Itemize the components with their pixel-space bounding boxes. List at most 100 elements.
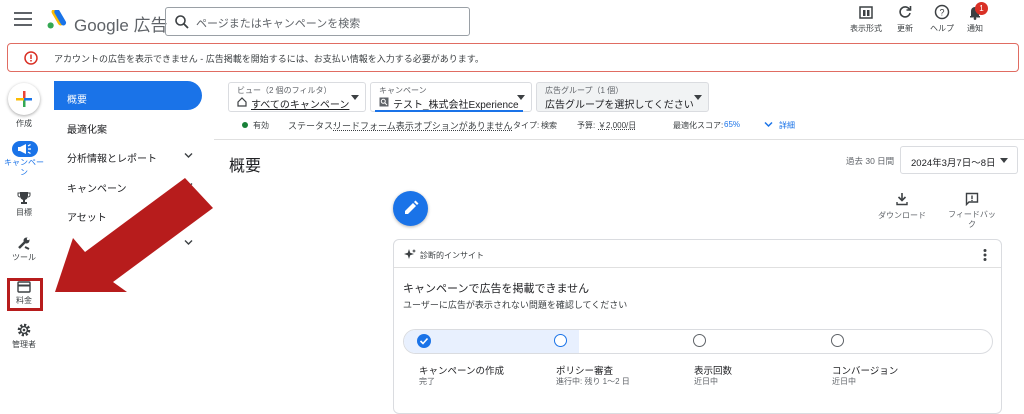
budget-value[interactable]: ￥2,000/日 — [598, 120, 636, 131]
wrench-icon — [18, 237, 30, 250]
refresh-icon — [899, 6, 912, 18]
divider — [214, 139, 1024, 140]
rail-goals[interactable]: 目標 — [0, 191, 48, 218]
nav-item-overview[interactable]: 概要 — [67, 91, 87, 106]
step-sub-3: 近日中 — [694, 377, 718, 386]
svg-text:?: ? — [939, 8, 944, 18]
search-input[interactable]: ページまたはキャンペーンを検索 — [165, 7, 470, 36]
feedback-icon — [965, 192, 979, 206]
type-label: タイプ: — [513, 121, 540, 130]
feedback-button[interactable]: フィードバッ ク — [944, 192, 1000, 230]
type-value: 検索 — [541, 121, 557, 130]
dropdown-arrow-icon — [517, 95, 525, 100]
score-value: 65% — [724, 120, 741, 129]
budget-label: 予算: — [577, 121, 596, 130]
top-header: Google 広告 ページまたはキャンペーンを検索 表示形式 更新 ? ヘルプ — [0, 0, 1024, 42]
search-icon — [175, 15, 189, 29]
step-title-3: 表示回数 — [694, 366, 733, 377]
view-filter-dropdown[interactable]: ビュー（2 個のフィルタ） すべてのキャンペーン — [228, 82, 366, 112]
refresh-button[interactable]: 更新 — [893, 4, 917, 34]
hamburger-menu-icon[interactable] — [14, 12, 32, 28]
more-vert-icon[interactable] — [983, 248, 987, 262]
megaphone-icon — [18, 143, 31, 155]
feedback-label-1: フィードバッ — [948, 210, 996, 219]
chevron-down-icon[interactable] — [184, 151, 193, 160]
dropdown-arrow-icon — [694, 95, 702, 100]
campaign-state: 有効 — [253, 121, 269, 130]
nav-item-recommendations[interactable]: 最適化案 — [67, 121, 107, 136]
sparkle-icon — [404, 249, 416, 259]
card-subtitle: ユーザーに広告が表示されない問題を確認してください — [403, 300, 628, 310]
download-label: ダウンロード — [878, 211, 926, 220]
score-label: 最適化スコア: — [673, 121, 724, 130]
search-campaign-icon — [379, 97, 389, 107]
help-button[interactable]: ? ヘルプ — [928, 4, 956, 34]
card-header: 診断的インサイト — [420, 251, 484, 260]
notification-count-badge: 1 — [975, 2, 988, 15]
download-button[interactable]: ダウンロード — [874, 192, 930, 221]
dropdown-arrow-icon — [1000, 158, 1008, 163]
trophy-icon — [17, 192, 31, 204]
details-link[interactable]: 詳細 — [779, 120, 795, 131]
feedback-label-2: ク — [968, 220, 976, 229]
step-title-4: コンバージョン — [832, 366, 899, 377]
adgroup-filter-dropdown[interactable]: 広告グループ（1 個） 広告グループを選択してください — [536, 82, 709, 112]
nav-item-insights[interactable]: 分析情報とレポート — [67, 150, 157, 165]
date-range-value: 2024年3月7日～8日 — [911, 158, 996, 169]
diagnostic-insights-card: 診断的インサイト キャンペーンで広告を掲載できません ユーザーに広告が表示されな… — [393, 239, 1002, 414]
rail-admin[interactable]: 管理者 — [0, 323, 48, 350]
status-label: ステータス: — [288, 121, 336, 131]
help-icon: ? — [934, 4, 950, 20]
card-divider — [394, 267, 1001, 268]
adgroup-filter-label: 広告グループ（1 個） — [545, 86, 624, 95]
gear-icon — [17, 323, 31, 337]
refresh-label: 更新 — [897, 24, 913, 33]
rail-goals-label: 目標 — [16, 208, 32, 217]
view-filter-label: ビュー（2 個のフィルタ） — [237, 86, 332, 95]
page-title: 概要 — [229, 158, 262, 175]
alert-message: アカウントの広告を表示できません - 広告掲載を開始するには、お支払い情報を入力… — [54, 54, 484, 64]
brand-title: Google 広告 — [74, 16, 168, 35]
billing-highlight-box — [7, 278, 43, 311]
error-icon — [24, 51, 38, 65]
campaign-filter-label: キャンペーン — [379, 86, 427, 95]
rail-tools[interactable]: ツール — [0, 236, 48, 263]
step-pending-icon — [831, 334, 844, 347]
chevron-down-icon[interactable] — [764, 120, 773, 129]
view-filter-value: すべてのキャンペーン — [251, 100, 350, 111]
search-placeholder: ページまたはキャンペーンを検索 — [196, 18, 361, 30]
campaign-filter-dropdown[interactable]: キャンペーン テスト_株式会社Experience — [370, 82, 532, 112]
step-sub-4: 近日中 — [832, 377, 856, 386]
download-icon — [896, 193, 908, 206]
plus-icon — [16, 91, 32, 107]
rail-campaigns-label[interactable]: キャンペーン — [4, 158, 44, 178]
step-title-2: ポリシー審査 — [556, 366, 614, 377]
view-format-icon — [859, 6, 873, 19]
dropdown-arrow-icon — [351, 95, 359, 100]
campaign-filter-underline — [375, 110, 523, 112]
rail-admin-label: 管理者 — [12, 340, 36, 349]
view-format-button[interactable]: 表示形式 — [848, 4, 884, 34]
google-ads-logo-icon — [47, 10, 67, 29]
status-value[interactable]: リードフォーム表示オプションがありません — [333, 119, 512, 132]
notifications-label: 通知 — [967, 24, 983, 33]
rail-tools-label: ツール — [12, 253, 36, 262]
campaigns-rail-indicator[interactable] — [12, 141, 38, 157]
period-label: 過去 30 日間 — [846, 156, 895, 166]
pencil-icon — [405, 200, 419, 214]
step-sub-1: 完了 — [419, 377, 435, 386]
active-status-dot — [242, 122, 248, 128]
campaign-filter-value: テスト_株式会社Experience — [393, 100, 519, 111]
step-pending-icon — [693, 334, 706, 347]
annotation-arrow-icon — [55, 178, 213, 292]
date-range-picker[interactable]: 2024年3月7日～8日 — [900, 146, 1018, 174]
home-icon — [237, 97, 247, 107]
step-inprogress-icon — [554, 334, 567, 347]
step-complete-check-icon — [417, 334, 431, 348]
adgroup-filter-value: 広告グループを選択してください — [545, 100, 694, 111]
edit-button[interactable] — [393, 191, 428, 226]
step-title-1: キャンペーンの作成 — [419, 366, 505, 377]
rail-create-label: 作成 — [16, 119, 32, 128]
card-title: キャンペーンで広告を掲載できません — [403, 283, 590, 295]
create-button[interactable] — [8, 83, 40, 115]
